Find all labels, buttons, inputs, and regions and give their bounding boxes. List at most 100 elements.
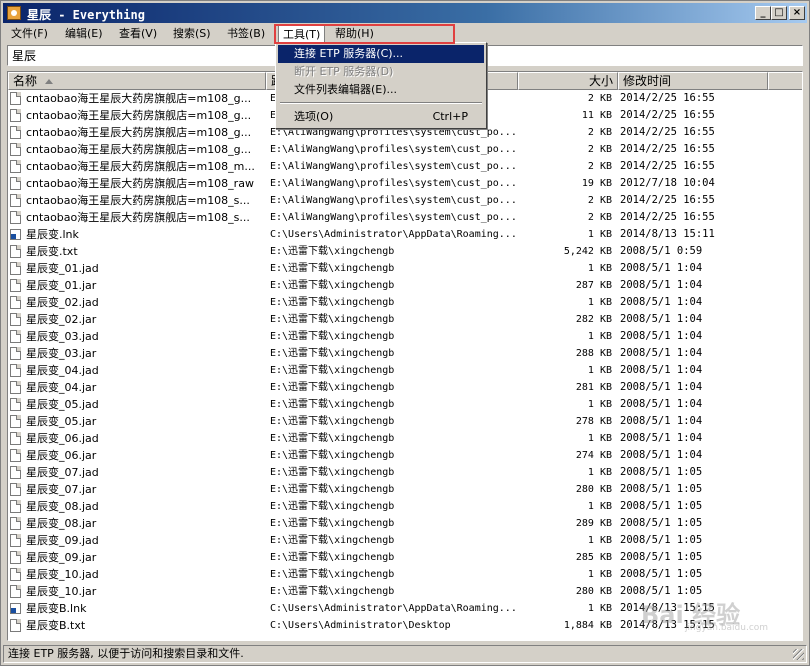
table-row[interactable]: 星辰变_05.jar E:\迅雷下载\xingchengb 278 KB 2008/5… <box>8 413 802 430</box>
menu-view[interactable]: 查看(V) <box>115 25 161 42</box>
menu-help[interactable]: 帮助(H) <box>331 25 378 42</box>
text-file-icon <box>10 449 21 462</box>
table-row[interactable]: 星辰变_08.jad E:\迅雷下载\xingchengb 1 KB 2008/5/1… <box>8 498 802 515</box>
watermark-subtext: jingyan.baidu.com <box>685 623 769 633</box>
row-name-cell: 星辰变_10.jar <box>10 583 266 600</box>
row-size: 2 KB <box>587 144 612 155</box>
row-date: 2008/5/1 1:04 <box>620 381 703 393</box>
row-size: 1 KB <box>587 535 612 546</box>
minimize-button[interactable]: _ <box>755 6 771 20</box>
row-date: 2014/2/25 16:55 <box>620 143 715 155</box>
text-file-icon <box>10 483 21 496</box>
row-date: 2008/5/1 1:04 <box>620 415 703 427</box>
title-bar[interactable]: 星辰 - Everything _ □ × <box>3 3 807 23</box>
row-date: 2008/5/1 1:04 <box>620 296 703 308</box>
row-name-cell: 星辰变_09.jar <box>10 549 266 566</box>
row-path: E:\AliWangWang\profiles\system\cust_po..… <box>270 161 517 172</box>
row-name: 星辰变_05.jad <box>26 398 99 411</box>
table-row[interactable]: 星辰变_04.jar E:\迅雷下载\xingchengb 281 KB 2008/5… <box>8 379 802 396</box>
menu-item-connect-etp-label: 连接 ETP 服务器(C)... <box>294 47 404 60</box>
row-name-cell: 星辰变_03.jad <box>10 328 266 345</box>
row-date: 2014/2/25 16:55 <box>620 160 715 172</box>
row-name: cntaobao海王星辰大药房旗舰店=m108_raw <box>26 177 254 190</box>
row-date: 2014/2/25 16:55 <box>620 126 715 138</box>
row-size: 2 KB <box>587 212 612 223</box>
table-row[interactable]: 星辰变_03.jar E:\迅雷下载\xingchengb 288 KB 2008/5… <box>8 345 802 362</box>
menu-file[interactable]: 文件(F) <box>7 25 52 42</box>
table-row[interactable]: 星辰变_02.jar E:\迅雷下载\xingchengb 282 KB 2008/5… <box>8 311 802 328</box>
everything-app-icon[interactable] <box>7 6 21 20</box>
menu-bookmarks[interactable]: 书签(B) <box>223 25 269 42</box>
menu-edit[interactable]: 编辑(E) <box>61 25 107 42</box>
row-path: E:\迅雷下载\xingchengb <box>270 552 395 563</box>
text-file-icon <box>10 194 21 207</box>
row-date: 2008/5/1 1:05 <box>620 466 703 478</box>
table-row[interactable]: cntaobao海王星辰大药房旗舰店=m108_s... E:\AliWangWa… <box>8 209 802 226</box>
row-name-cell: 星辰变_10.jad <box>10 566 266 583</box>
menu-item-options[interactable]: 选项(O) Ctrl+P <box>278 108 484 126</box>
row-name: 星辰变_02.jad <box>26 296 99 309</box>
table-row[interactable]: cntaobao海王星辰大药房旗舰店=m108_s... E:\AliWangWa… <box>8 192 802 209</box>
table-row[interactable]: 星辰变_05.jad E:\迅雷下载\xingchengb 1 KB 2008/5/1… <box>8 396 802 413</box>
row-name-cell: 星辰变_07.jad <box>10 464 266 481</box>
column-header-name[interactable]: 名称 <box>8 72 266 90</box>
row-name: cntaobao海王星辰大药房旗舰店=m108_g... <box>26 92 252 105</box>
menu-search[interactable]: 搜索(S) <box>169 25 215 42</box>
maximize-button[interactable]: □ <box>771 6 787 20</box>
row-path: E:\迅雷下载\xingchengb <box>270 246 395 257</box>
row-name: 星辰变_06.jar <box>26 449 97 462</box>
row-name-cell: cntaobao海王星辰大药房旗舰店=m108_g... <box>10 141 266 158</box>
table-row[interactable]: 星辰变_10.jad E:\迅雷下载\xingchengb 1 KB 2008/5/1… <box>8 566 802 583</box>
column-header-filler <box>768 72 802 90</box>
row-size: 1 KB <box>587 399 612 410</box>
sort-ascending-icon <box>45 79 54 84</box>
resize-grip-icon[interactable] <box>793 649 804 660</box>
menu-item-filelist-editor[interactable]: 文件列表编辑器(E)... <box>278 81 484 99</box>
menu-item-options-shortcut: Ctrl+P <box>432 110 468 123</box>
row-size: 274 KB <box>575 450 612 461</box>
table-row[interactable]: 星辰变_09.jar E:\迅雷下载\xingchengb 285 KB 2008/5… <box>8 549 802 566</box>
results-list[interactable]: 名称 路 大小 修改时间 cntaobao海王星辰大药房旗舰店=m108_g..… <box>7 71 803 641</box>
text-file-icon <box>10 585 21 598</box>
table-row[interactable]: 星辰变.txt E:\迅雷下载\xingchengb 5,242 KB 2008/5/… <box>8 243 802 260</box>
table-row[interactable]: 星辰变_09.jad E:\迅雷下载\xingchengb 1 KB 2008/5/1… <box>8 532 802 549</box>
close-button[interactable]: × <box>789 6 805 20</box>
table-row[interactable]: 星辰变_01.jar E:\迅雷下载\xingchengb 287 KB 2008/5… <box>8 277 802 294</box>
text-file-icon <box>10 262 21 275</box>
table-row[interactable]: cntaobao海王星辰大药房旗舰店=m108_m... E:\AliWangWa… <box>8 158 802 175</box>
row-path: E:\AliWangWang\profiles\system\cust_po..… <box>270 144 517 155</box>
row-name: 星辰变_03.jad <box>26 330 99 343</box>
row-name: 星辰变_01.jad <box>26 262 99 275</box>
row-size: 280 KB <box>575 484 612 495</box>
row-path: E:\迅雷下载\xingchengb <box>270 433 395 444</box>
table-row[interactable]: 星辰变_06.jar E:\迅雷下载\xingchengb 274 KB 2008/5… <box>8 447 802 464</box>
table-row[interactable]: 星辰变_07.jad E:\迅雷下载\xingchengb 1 KB 2008/5/1… <box>8 464 802 481</box>
table-row[interactable]: 星辰变_01.jad E:\迅雷下载\xingchengb 1 KB 2008/5/1… <box>8 260 802 277</box>
row-path: E:\迅雷下载\xingchengb <box>270 586 395 597</box>
table-row[interactable]: 星辰变_08.jar E:\迅雷下载\xingchengb 289 KB 2008/5… <box>8 515 802 532</box>
row-date: 2008/5/1 1:04 <box>620 432 703 444</box>
row-date: 2008/5/1 1:05 <box>620 500 703 512</box>
row-size: 282 KB <box>575 314 612 325</box>
row-size: 1 KB <box>587 297 612 308</box>
table-row[interactable]: 星辰变_07.jar E:\迅雷下载\xingchengb 280 KB 2008/5… <box>8 481 802 498</box>
row-name: 星辰变_02.jar <box>26 313 97 326</box>
row-date: 2008/5/1 1:05 <box>620 534 703 546</box>
table-row[interactable]: 星辰变_02.jad E:\迅雷下载\xingchengb 1 KB 2008/5/1… <box>8 294 802 311</box>
table-row[interactable]: 星辰变_06.jad E:\迅雷下载\xingchengb 1 KB 2008/5/1… <box>8 430 802 447</box>
row-path: E:\迅雷下载\xingchengb <box>270 314 395 325</box>
table-row[interactable]: cntaobao海王星辰大药房旗舰店=m108_g... E:\AliWangWa… <box>8 141 802 158</box>
column-header-date[interactable]: 修改时间 <box>618 72 768 90</box>
menu-item-connect-etp[interactable]: 连接 ETP 服务器(C)... <box>278 45 484 63</box>
row-name-cell: 星辰变.lnk <box>10 226 266 243</box>
shortcut-file-icon <box>10 229 21 240</box>
row-size: 11 KB <box>581 110 612 121</box>
text-file-icon <box>10 347 21 360</box>
table-row[interactable]: 星辰变_04.jad E:\迅雷下载\xingchengb 1 KB 2008/5/1… <box>8 362 802 379</box>
menu-tools[interactable]: 工具(T) <box>278 25 326 42</box>
row-size: 1 KB <box>587 229 612 240</box>
table-row[interactable]: 星辰变_03.jad E:\迅雷下载\xingchengb 1 KB 2008/5/1… <box>8 328 802 345</box>
table-row[interactable]: cntaobao海王星辰大药房旗舰店=m108_raw E:\AliWangWan… <box>8 175 802 192</box>
column-header-size[interactable]: 大小 <box>518 72 618 90</box>
table-row[interactable]: 星辰变.lnk C:\Users\Administrator\AppData\Ro… <box>8 226 802 243</box>
